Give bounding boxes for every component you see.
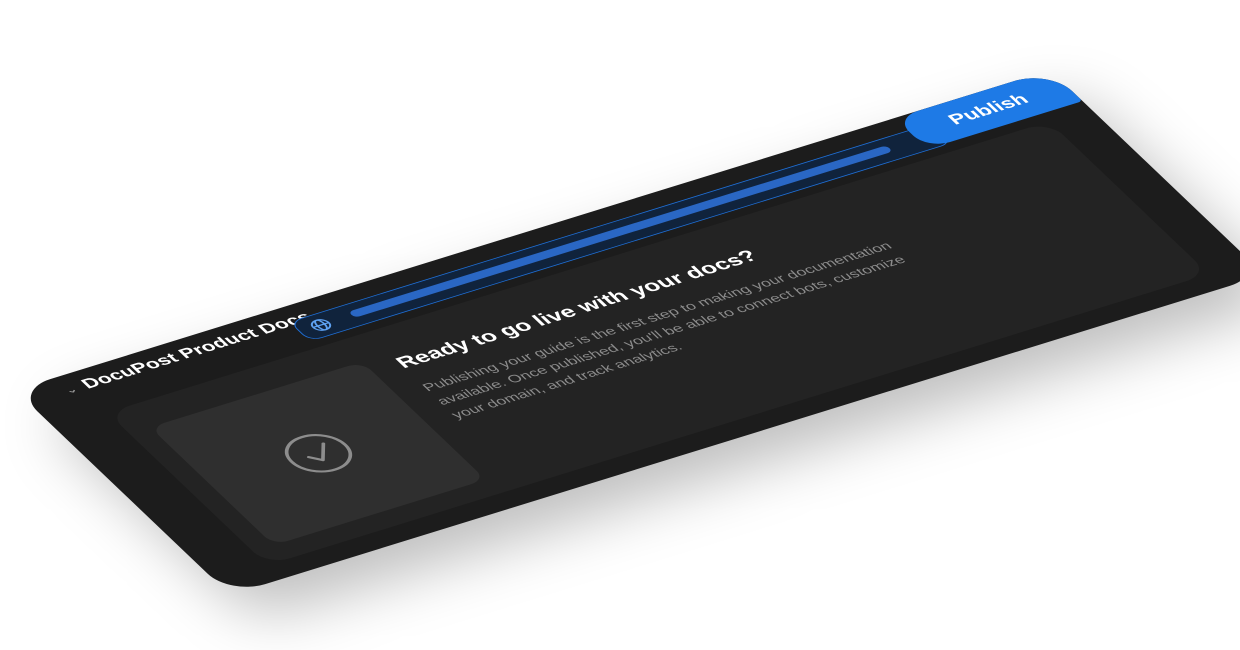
check-circle-icon — [284, 434, 352, 473]
globe-icon — [310, 319, 332, 331]
stage: Publish ⌄ DocuPost Product Docs Ready to… — [0, 0, 1240, 650]
chevron-down-icon[interactable]: ⌄ — [61, 384, 81, 396]
publish-card: Publish ⌄ DocuPost Product Docs Ready to… — [15, 70, 1240, 595]
